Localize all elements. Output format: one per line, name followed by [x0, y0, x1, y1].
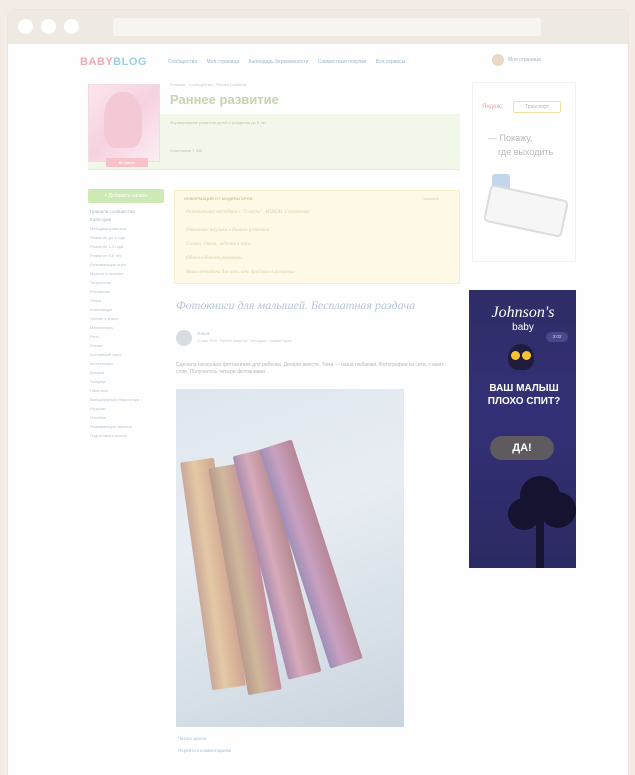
sidebar-category-item[interactable]: Никитины — [90, 388, 164, 393]
window-close-dot[interactable] — [18, 19, 33, 34]
sidebar-category-item[interactable]: Вальдорфская педагогика — [90, 397, 164, 402]
community-rules-link[interactable]: Правила сообщества — [90, 209, 164, 214]
sidebar-category-item[interactable]: Методики развития — [90, 226, 164, 231]
nav-my-page[interactable]: Моя страница — [206, 59, 239, 65]
sidebar-category-item[interactable]: Математика — [90, 325, 164, 330]
ad-yes-button[interactable]: ДА! — [490, 436, 554, 460]
community-members: Участников 7 566 — [170, 148, 203, 153]
sidebar-category-item[interactable]: Развитие до 1 года — [90, 235, 164, 240]
sidebar-category-item[interactable]: Аппликация — [90, 307, 164, 312]
post-meta: 21 мая 2015 · Раннее развитие · Методики… — [197, 339, 292, 343]
nav-all-services[interactable]: Все сервисы — [376, 59, 406, 65]
yandex-text-line1: — Покажу, — [488, 133, 533, 143]
ad-brand: Johnson's — [491, 304, 555, 321]
nav-communities[interactable]: Сообщества — [168, 59, 197, 65]
left-sidebar: + Добавить запись Правила сообщества Кат… — [82, 189, 164, 442]
post-author[interactable]: Ольга — [197, 331, 209, 336]
sidebar-category-item[interactable]: Развивающие занятия — [90, 424, 164, 429]
sidebar-category-item[interactable]: Развитие 3-6 лет — [90, 253, 164, 258]
categories-link[interactable]: Категории — [90, 217, 164, 222]
sidebar-category-item[interactable]: Развитие 1-3 года — [90, 244, 164, 249]
sidebar-category-item[interactable]: Монтессори — [90, 361, 164, 366]
transport-button[interactable]: Транспорт — [513, 101, 561, 113]
sidebar-category-item[interactable]: Рисование — [90, 289, 164, 294]
read-more-link[interactable]: Читать далее — [178, 736, 206, 741]
moderator-link[interactable]: Сказки, стихи, задания и игры — [186, 242, 251, 247]
browser-titlebar — [8, 10, 628, 44]
community-image-figure — [104, 92, 142, 148]
post-text: Сделала несколько фотокнижек для ребенка… — [176, 362, 444, 375]
sidebar-category-item[interactable]: Пособия — [90, 415, 164, 420]
yandex-logo: Яндекс — [482, 104, 503, 110]
nav-pregnancy-calendar[interactable]: Календарь беременности — [248, 59, 308, 65]
window-maximize-dot[interactable] — [64, 19, 79, 34]
owl-eye — [522, 351, 531, 360]
owl-eye — [511, 351, 520, 360]
breadcrumb[interactable]: Главная › Сообщества › Раннее развитие — [170, 82, 247, 87]
sidebar-category-item[interactable]: Зайцева — [90, 379, 164, 384]
top-nav: Сообщества Моя страница Календарь береме… — [168, 59, 413, 65]
sidebar-category-item[interactable]: Логика — [90, 343, 164, 348]
moderator-link[interactable]: Обмен в Раннем развитии — [186, 256, 242, 261]
browser-window: BABYBLOG Сообщества Моя страница Календа… — [8, 10, 628, 775]
address-bar[interactable] — [113, 18, 541, 36]
moderators-more-link[interactable]: Показать — [422, 196, 439, 201]
logo-part-baby: BABY — [80, 56, 114, 68]
sidebar-category-item[interactable]: Творчество — [90, 280, 164, 285]
owl-icon — [508, 344, 534, 370]
nav-joint-purchases[interactable]: Совместные покупки — [318, 59, 366, 65]
tree-silhouette — [508, 476, 576, 568]
sidebar-category-item[interactable]: Музыка и песенки — [90, 271, 164, 276]
user-avatar — [492, 54, 504, 66]
post-photo[interactable] — [176, 389, 404, 727]
category-list: Методики развития Развитие до 1 года Разви… — [90, 226, 164, 438]
comments-link[interactable]: Перейти к комментариям — [178, 748, 231, 753]
sidebar-category-item[interactable]: Чтение и книги — [90, 316, 164, 321]
moderators-heading: ИНФОРМАЦИЯ ОТ МОДЕРАТОРОВ — [184, 196, 253, 201]
sidebar-category-item[interactable]: Игрушки — [90, 406, 164, 411]
user-menu[interactable]: Моя страница — [492, 54, 541, 66]
window-minimize-dot[interactable] — [41, 19, 56, 34]
moderator-link[interactable]: Ваши методики для всех, кто прибавил в р… — [186, 270, 295, 275]
page-content: BABYBLOG Сообщества Моя страница Календа… — [8, 44, 628, 775]
author-avatar[interactable] — [176, 330, 192, 346]
logo-part-blog: BLOG — [113, 56, 147, 68]
ad-time-badge: 3:02 — [546, 332, 568, 342]
sidebar-category-item[interactable]: Развивающие игры — [90, 262, 164, 267]
post-title[interactable]: Фотокниги для малышей. Бесплатная раздач… — [176, 298, 416, 312]
sidebar-category-item[interactable]: Домана — [90, 370, 164, 375]
ad-brand-sub: baby — [512, 322, 534, 333]
community-title: Раннее развитие — [170, 92, 279, 107]
sidebar-category-item[interactable]: Английский язык — [90, 352, 164, 357]
sidebar-category-item[interactable]: Подготовка к школе — [90, 433, 164, 438]
moderator-link[interactable]: Отличные игрушки в Раннем развитии — [186, 228, 269, 233]
yandex-text-line2: где выходить — [498, 147, 554, 157]
site-logo[interactable]: BABYBLOG — [80, 56, 147, 68]
sidebar-category-item[interactable]: Речь — [90, 334, 164, 339]
community-description: Формирование развития детей с рождения д… — [170, 120, 267, 125]
add-post-button[interactable]: + Добавить запись — [88, 189, 164, 203]
user-menu-label: Моя страница — [508, 57, 541, 63]
join-button[interactable]: Вступить — [106, 158, 148, 167]
moderator-link[interactable]: Развивающие методики с "Гомеры", АПИОН. … — [186, 210, 310, 215]
sidebar-category-item[interactable]: Лепка — [90, 298, 164, 303]
ad-headline: ВАШ МАЛЫШ ПЛОХО СПИТ? — [487, 383, 561, 407]
